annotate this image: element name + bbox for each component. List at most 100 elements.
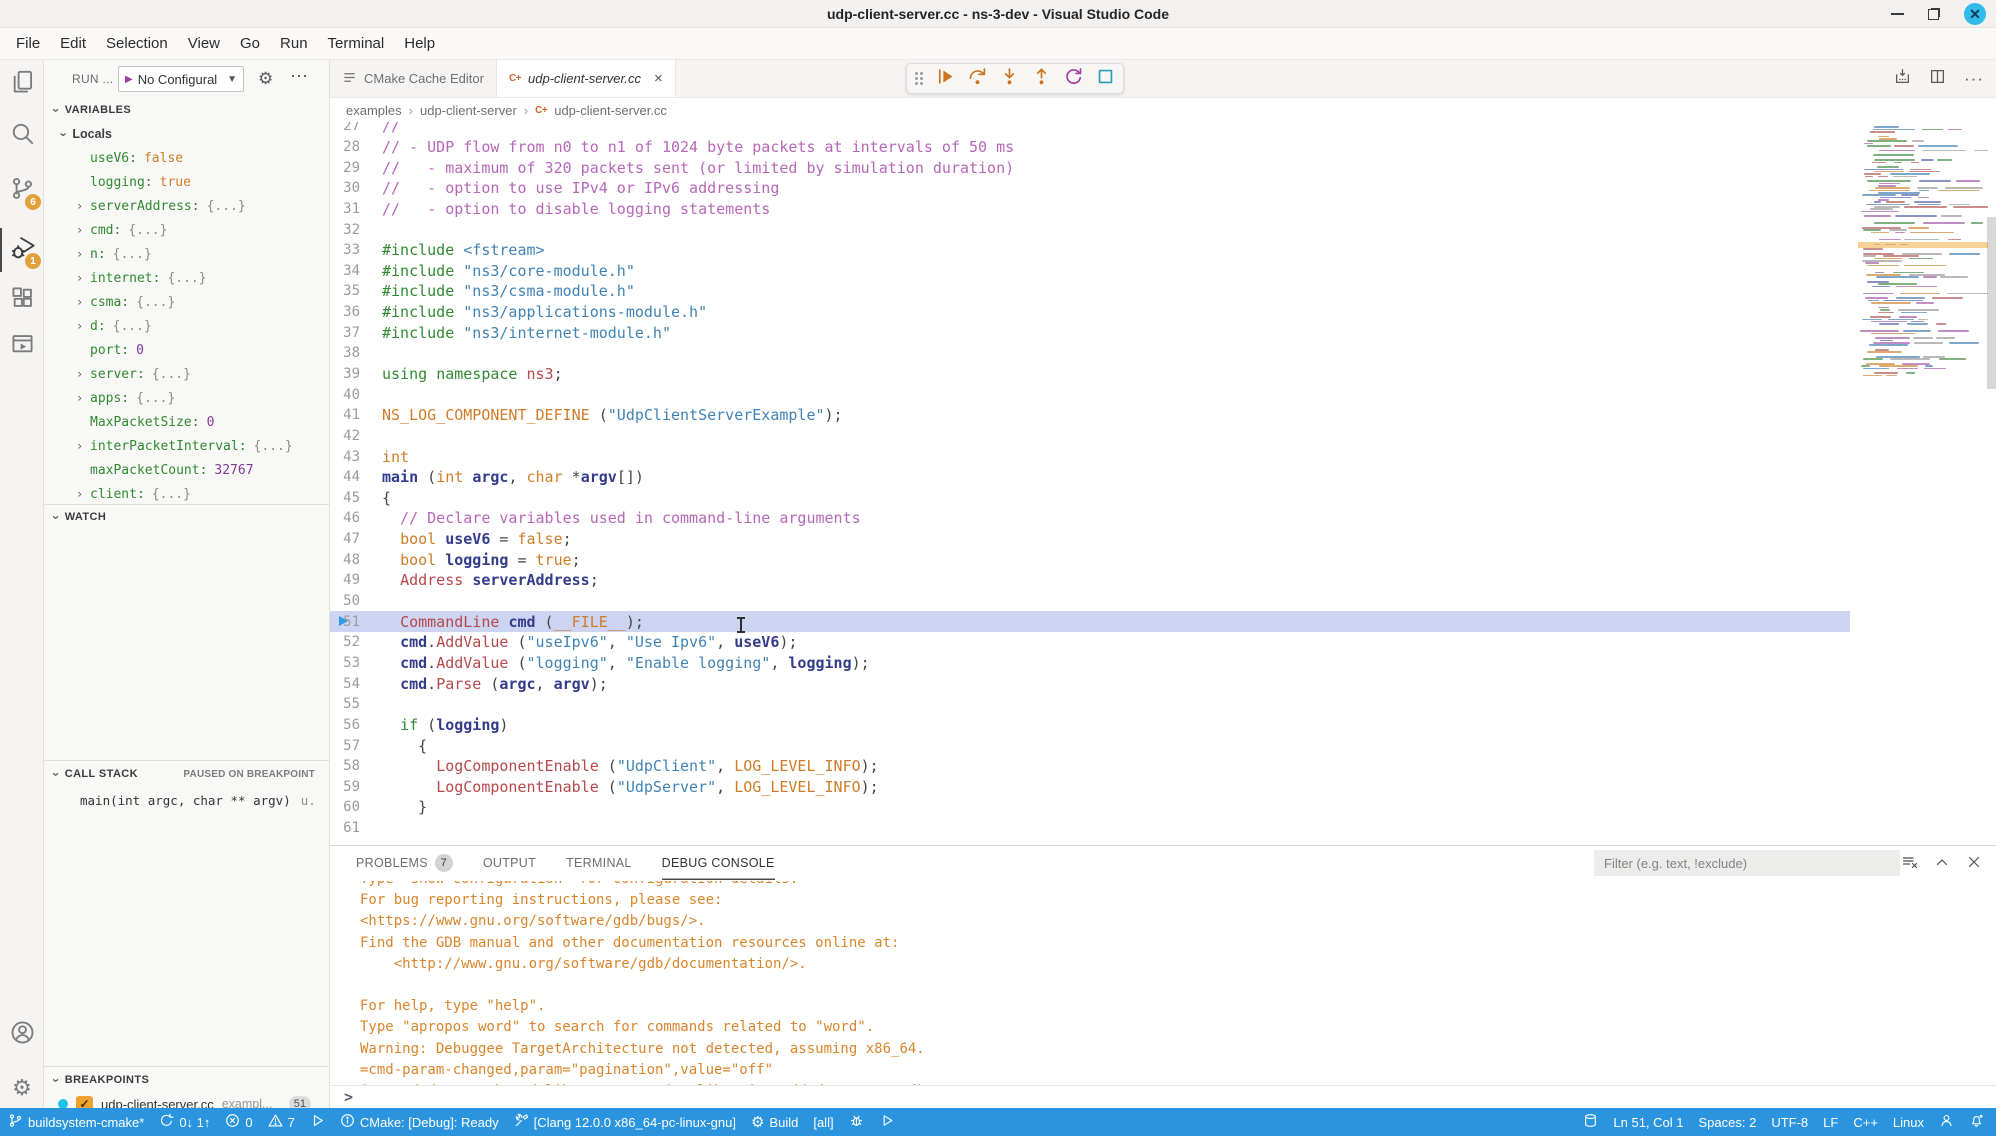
step-over-icon[interactable] (968, 67, 987, 91)
clear-console-icon[interactable] (1902, 854, 1918, 875)
menu-item-run[interactable]: Run (270, 31, 318, 56)
locals-scope-row[interactable]: › Locals (44, 122, 329, 146)
tab-cmake-cache-editor[interactable]: CMake Cache Editor (330, 60, 497, 97)
menu-item-help[interactable]: Help (394, 31, 445, 56)
variable-row[interactable]: logging:true (44, 170, 329, 194)
variable-row[interactable]: ›csma:{...} (44, 290, 329, 314)
variable-row[interactable]: ›internet:{...} (44, 266, 329, 290)
menu-item-selection[interactable]: Selection (96, 31, 178, 56)
menu-item-view[interactable]: View (178, 31, 230, 56)
call-stack-frame[interactable]: main(int argc, char ** argv) u. (44, 788, 329, 812)
breakpoints-section-header[interactable]: › BREAKPOINTS (44, 1068, 329, 1092)
status-item--all-[interactable]: [all] (813, 1115, 833, 1130)
debug-console-input[interactable]: > (330, 1085, 1996, 1108)
variable-row[interactable]: port:0 (44, 338, 329, 362)
status-item-bell-dot[interactable] (1969, 1113, 1984, 1131)
variable-row[interactable]: ›client:{...} (44, 482, 329, 506)
code-line[interactable]: 30// - option to use IPv4 or IPv6 addres… (330, 178, 1850, 199)
menu-item-go[interactable]: Go (230, 31, 270, 56)
status-item-cmake-debug-ready[interactable]: CMake: [Debug]: Ready (340, 1113, 499, 1131)
code-line[interactable]: 59 LogComponentEnable ("UdpServer", LOG_… (330, 777, 1850, 798)
status-item-spaces-2[interactable]: Spaces: 2 (1699, 1115, 1757, 1130)
status-item-0-1-[interactable]: 0↓ 1↑ (159, 1113, 210, 1131)
code-line[interactable]: 44main (int argc, char *argv[]) (330, 467, 1850, 488)
code-line[interactable]: 39using namespace ns3; (330, 364, 1850, 385)
code-line[interactable]: 50 (330, 591, 1850, 612)
code-line[interactable]: 55 (330, 694, 1850, 715)
status-item-utf-8[interactable]: UTF-8 (1771, 1115, 1808, 1130)
variable-row[interactable]: ›n:{...} (44, 242, 329, 266)
status-item-ln-51-col-1[interactable]: Ln 51, Col 1 (1613, 1115, 1683, 1130)
activity-item-settings-gear[interactable]: ⚙ (0, 1066, 44, 1110)
code-line[interactable]: 45{ (330, 488, 1850, 509)
code-line[interactable]: 38 (330, 343, 1850, 364)
status-item-0[interactable]: 0 (225, 1113, 252, 1131)
activity-item-run-debug[interactable]: 1 (0, 228, 44, 272)
variable-row[interactable]: ›cmd:{...} (44, 218, 329, 242)
code-line[interactable]: 32 (330, 219, 1850, 240)
step-out-icon[interactable] (1032, 67, 1051, 91)
code-line[interactable]: 42 (330, 426, 1850, 447)
code-line[interactable]: 54 cmd.Parse (argc, argv); (330, 673, 1850, 694)
split-editor-icon[interactable] (1929, 68, 1946, 90)
menu-item-file[interactable]: File (6, 31, 50, 56)
deploy-icon[interactable] (1894, 68, 1911, 90)
activity-item-extensions[interactable] (0, 278, 44, 322)
code-line[interactable]: 28// - UDP flow from n0 to n1 of 1024 by… (330, 137, 1850, 158)
code-line[interactable]: 57 { (330, 735, 1850, 756)
status-item-lf[interactable]: LF (1823, 1115, 1838, 1130)
activity-item-account[interactable] (0, 1013, 44, 1057)
close-tab-icon[interactable]: × (654, 70, 663, 87)
activity-item-window-run[interactable] (0, 324, 44, 368)
status-item-linux[interactable]: Linux (1893, 1115, 1924, 1130)
variable-row[interactable]: useV6:false (44, 146, 329, 170)
variable-row[interactable]: ›server:{...} (44, 362, 329, 386)
status-item--clang-12-0-0-x86-64-pc-linux-gnu-[interactable]: [Clang 12.0.0 x86_64-pc-linux-gnu] (514, 1113, 736, 1131)
code-editor[interactable]: 27//28// - UDP flow from n0 to n1 of 102… (330, 122, 1996, 845)
variable-row[interactable]: ›interPacketInterval:{...} (44, 434, 329, 458)
status-item-person[interactable] (1939, 1113, 1954, 1131)
editor-scrollbar[interactable] (1987, 217, 1996, 389)
code-line[interactable]: 48 bool logging = true; (330, 549, 1850, 570)
more-actions-icon[interactable]: ··· (1964, 69, 1984, 89)
status-item-7[interactable]: 7 (268, 1113, 295, 1131)
console-filter-input[interactable] (1594, 850, 1900, 876)
code-line[interactable]: 29// - maximum of 320 packets sent (or l… (330, 157, 1850, 178)
code-line[interactable]: 47 bool useV6 = false; (330, 529, 1850, 550)
status-item-database[interactable] (1583, 1113, 1598, 1131)
stop-icon[interactable] (1096, 67, 1115, 91)
step-into-icon[interactable] (1000, 67, 1019, 91)
tab-udp-client-server-cc[interactable]: C+udp-client-server.cc× (497, 60, 676, 97)
code-line[interactable]: 40 (330, 384, 1850, 405)
breadcrumb-item[interactable]: udp-client-server (420, 103, 517, 118)
variable-row[interactable]: ›d:{...} (44, 314, 329, 338)
menu-item-edit[interactable]: Edit (50, 31, 96, 56)
status-item-debug-start[interactable] (310, 1113, 325, 1131)
debug-settings-gear-icon[interactable]: ⚙ (258, 70, 273, 87)
variable-row[interactable]: maxPacketCount:32767 (44, 458, 329, 482)
status-item-c-[interactable]: C++ (1853, 1115, 1878, 1130)
code-line[interactable]: 36#include "ns3/applications-module.h" (330, 302, 1850, 323)
activity-item-source-control[interactable]: 6 (0, 169, 44, 213)
code-line[interactable]: 27// (330, 122, 1850, 137)
panel-tab-output[interactable]: OUTPUT (483, 846, 536, 880)
variables-section-header[interactable]: › VARIABLES (44, 98, 329, 122)
panel-tab-debug-console[interactable]: DEBUG CONSOLE (662, 846, 775, 880)
run-panel-more-icon[interactable]: ⋯ (290, 66, 308, 87)
code-line[interactable]: 46 // Declare variables used in command-… (330, 508, 1850, 529)
code-line[interactable]: 43int (330, 446, 1850, 467)
status-item-build[interactable]: ⚙Build (751, 1115, 798, 1130)
status-item-bug[interactable] (849, 1113, 864, 1131)
code-line[interactable]: 51 CommandLine cmd (__FILE__); (330, 611, 1850, 632)
code-line[interactable]: 60 } (330, 797, 1850, 818)
watch-section-header[interactable]: › WATCH (44, 505, 329, 529)
code-line[interactable]: 31// - option to disable logging stateme… (330, 199, 1850, 220)
drag-grip-icon[interactable] (915, 72, 923, 85)
panel-tab-problems[interactable]: PROBLEMS7 (356, 846, 453, 880)
code-line[interactable]: 34#include "ns3/core-module.h" (330, 260, 1850, 281)
status-item-buildsystem-cmake-[interactable]: buildsystem-cmake* (8, 1113, 144, 1131)
collapse-panel-icon[interactable] (1934, 854, 1950, 875)
variable-row[interactable]: ›serverAddress:{...} (44, 194, 329, 218)
call-stack-section-header[interactable]: › CALL STACK PAUSED ON BREAKPOINT (44, 762, 329, 786)
restart-icon[interactable] (1064, 67, 1083, 91)
